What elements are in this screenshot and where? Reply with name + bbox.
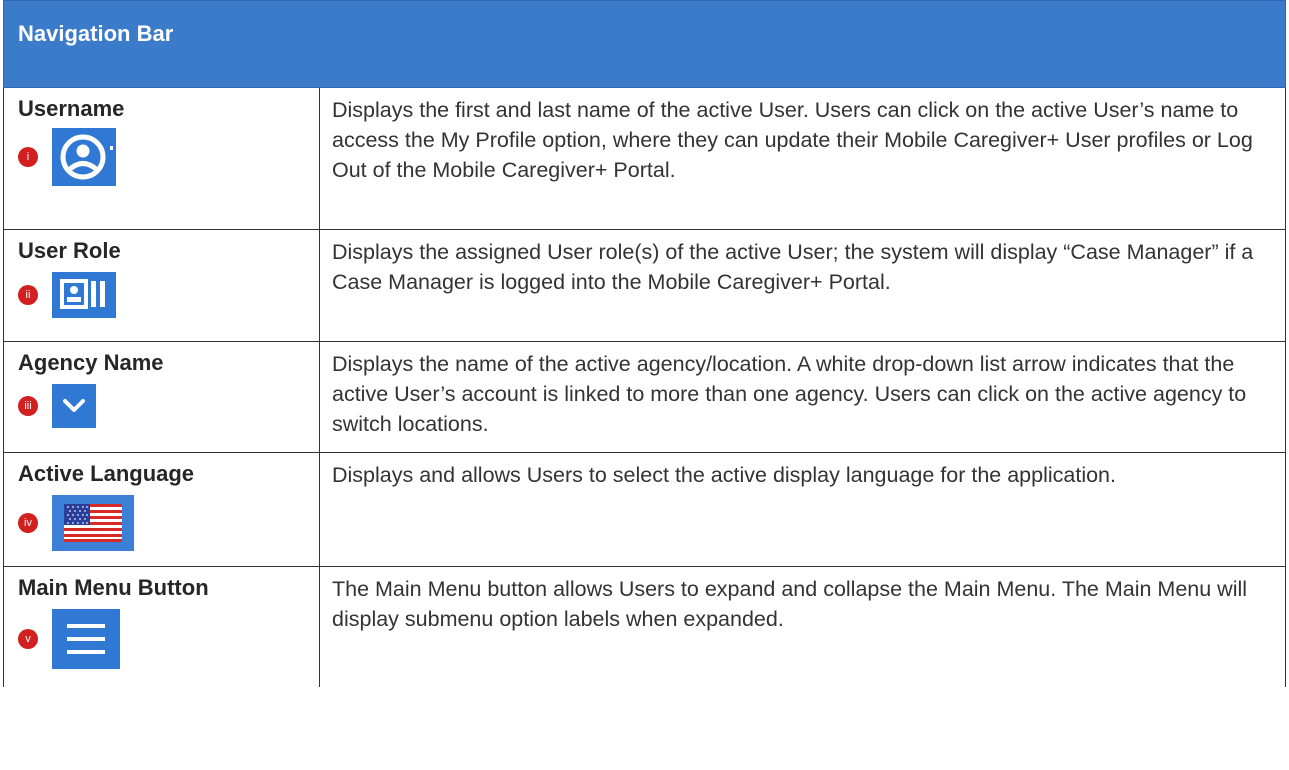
hamburger-menu-icon: [52, 609, 120, 669]
row-description: Displays the name of the active agency/l…: [332, 352, 1247, 436]
row-label: Username: [18, 96, 125, 121]
roman-numeral-badge: v: [18, 629, 38, 649]
table-title: Navigation Bar: [18, 21, 174, 46]
row-description: Displays the assigned User role(s) of th…: [332, 240, 1254, 294]
roman-numeral-badge: i: [18, 147, 38, 167]
row-label-cell: User Role ii: [4, 230, 320, 341]
row-description: Displays the first and last name of the …: [332, 98, 1253, 182]
table-row-user-role: User Role ii Displays the assigned User …: [3, 230, 1286, 342]
roman-numeral-badge: iv: [18, 513, 38, 533]
row-description: The Main Menu button allows Users to exp…: [332, 577, 1248, 631]
table-row-username: Username i Displays the first and last n…: [3, 88, 1286, 230]
navigation-bar-table: Navigation Bar Username i Displays the f…: [3, 0, 1286, 687]
row-label: User Role: [18, 238, 121, 263]
table-header: Navigation Bar: [3, 0, 1286, 88]
row-label: Main Menu Button: [18, 575, 209, 600]
us-flag-icon: [52, 495, 134, 551]
row-label: Agency Name: [18, 350, 164, 375]
row-label-cell: Main Menu Button v: [4, 567, 320, 687]
chevron-down-icon: [52, 384, 96, 428]
row-label-cell: Active Language iv: [4, 453, 320, 566]
id-card-icon: [52, 272, 116, 318]
row-description: Displays and allows Users to select the …: [332, 463, 1116, 487]
user-circle-icon: [52, 128, 116, 186]
roman-numeral-badge: iii: [18, 396, 38, 416]
row-label: Active Language: [18, 461, 195, 486]
roman-numeral-badge: ii: [18, 285, 38, 305]
row-label-cell: Agency Name iii: [4, 342, 320, 452]
table-row-main-menu-button: Main Menu Button v The Main Menu button …: [3, 567, 1286, 687]
table-row-active-language: Active Language iv Displays and allows U…: [3, 453, 1286, 567]
row-label-cell: Username i: [4, 88, 320, 229]
table-row-agency-name: Agency Name iii Displays the name of the…: [3, 342, 1286, 453]
